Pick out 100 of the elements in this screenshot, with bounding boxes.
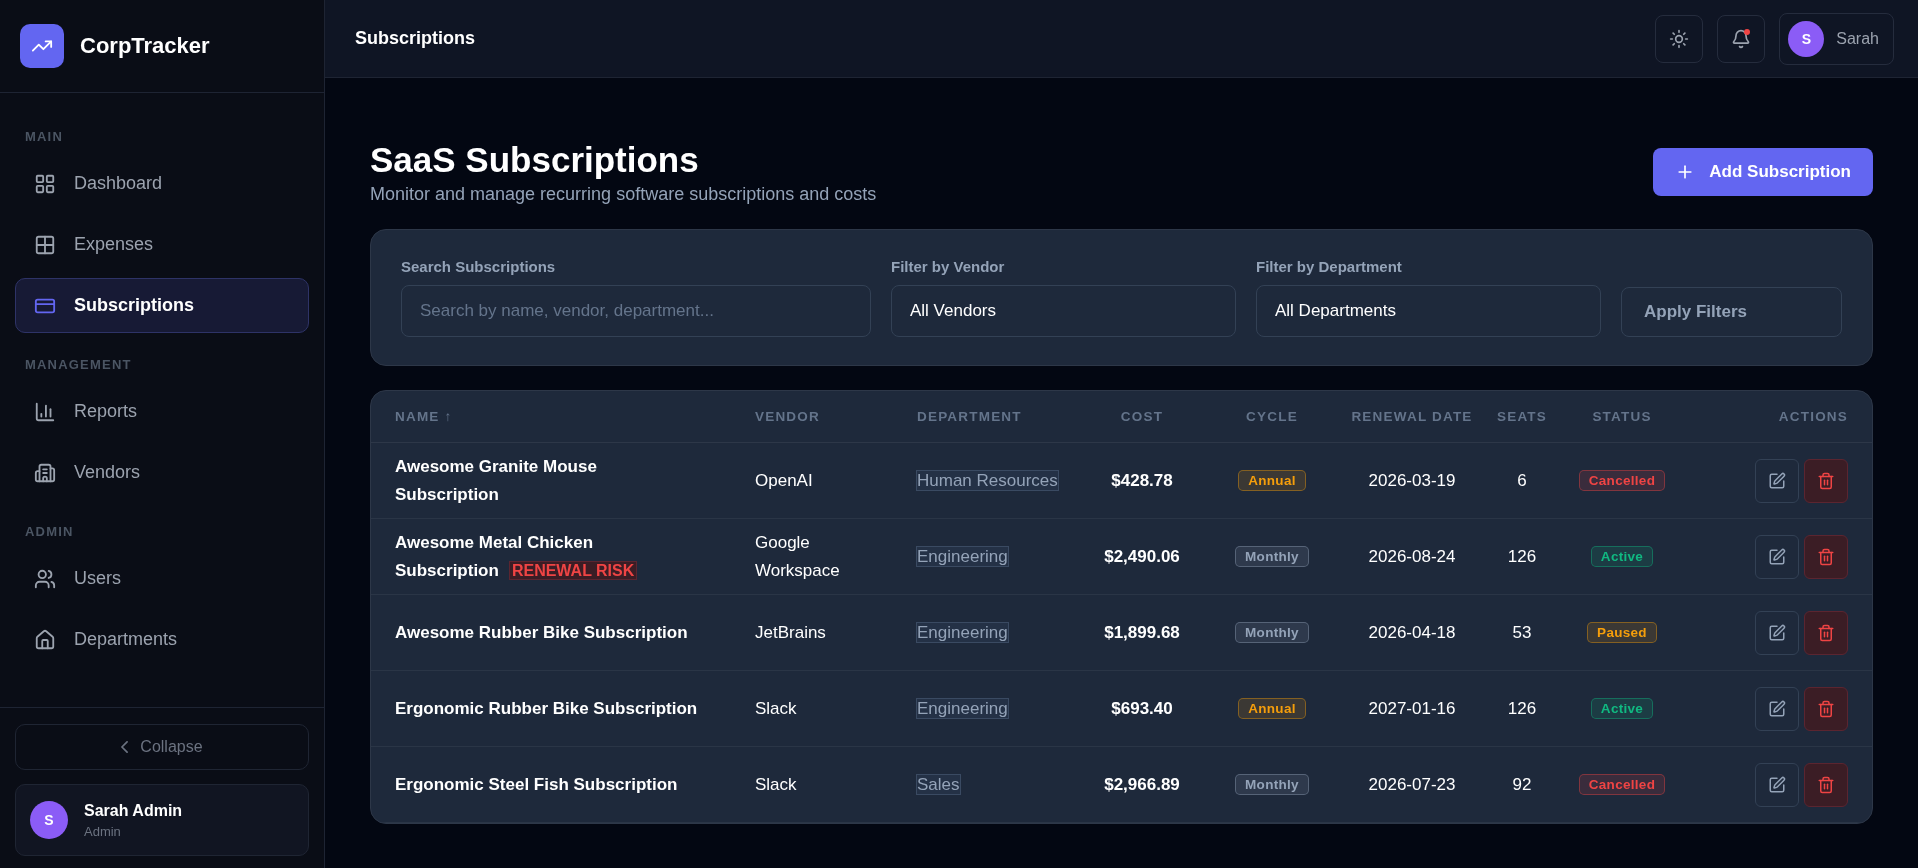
column-header: COST xyxy=(1119,409,1165,424)
column-header: RENEWAL DATE xyxy=(1350,409,1474,424)
column-header: CYCLE xyxy=(1245,409,1299,424)
edit-icon xyxy=(1768,547,1786,566)
section-title: MANAGEMENT xyxy=(24,356,133,374)
sun-icon xyxy=(1669,28,1690,49)
cost-cell-text: $1,899.68 xyxy=(1103,621,1181,644)
cost-cell-text: $2,966.89 xyxy=(1103,773,1181,796)
nav-item[interactable]: Expenses xyxy=(15,217,309,272)
nav-item[interactable]: Reports xyxy=(15,384,309,439)
delete-button[interactable] xyxy=(1804,534,1848,579)
trash-icon xyxy=(1817,699,1835,718)
nav-item[interactable]: Dashboard xyxy=(15,156,309,211)
chevron-left-icon xyxy=(121,741,129,753)
nav-item[interactable]: Subscriptions xyxy=(15,278,309,333)
seats-cell-text: 53 xyxy=(1511,621,1533,644)
department-select[interactable]: All Departments xyxy=(1256,285,1601,337)
subscription-name: Ergonomic Rubber Bike Subscription xyxy=(395,697,699,720)
field-label: Filter by Department xyxy=(1256,258,1403,275)
page-heading: Subscriptions xyxy=(355,28,476,49)
user-role: Admin xyxy=(84,823,122,839)
nav-item[interactable]: Users xyxy=(15,551,309,606)
column-header: ACTIONS xyxy=(1777,409,1848,424)
nav-item[interactable]: Vendors xyxy=(15,445,309,500)
department-tag: Engineering xyxy=(917,698,1008,718)
seats-cell-text: 126 xyxy=(1506,545,1538,568)
user-menu-button[interactable]: S Sarah xyxy=(1779,12,1894,65)
collapse-button[interactable]: Collapse xyxy=(15,724,309,770)
avatar: S xyxy=(1788,20,1825,57)
avatar: S xyxy=(30,801,68,839)
bell-icon xyxy=(1731,28,1752,49)
seats-cell-text: 6 xyxy=(1516,469,1528,492)
nav-item[interactable]: Departments xyxy=(15,612,309,667)
edit-button[interactable] xyxy=(1755,534,1799,579)
vendor-select[interactable]: All Vendors xyxy=(891,285,1236,337)
delete-button[interactable] xyxy=(1804,458,1848,503)
section-title: ADMIN xyxy=(24,523,75,541)
trash-icon xyxy=(1817,623,1835,642)
add-subscription-button[interactable]: Add Subscription xyxy=(1653,148,1873,196)
delete-button[interactable] xyxy=(1804,762,1848,807)
edit-button[interactable] xyxy=(1755,610,1799,655)
vendor-cell-text: Slack xyxy=(755,773,798,796)
brand-name: CorpTracker xyxy=(80,33,210,59)
cycle-badge: Annual xyxy=(1238,698,1306,719)
edit-button[interactable] xyxy=(1755,762,1799,807)
cycle-badge: Monthly xyxy=(1235,546,1309,567)
trash-icon xyxy=(1817,775,1835,794)
vendor-cell-text: Google Workspace xyxy=(755,532,841,582)
column-header: DEPARTMENT xyxy=(917,409,1023,424)
notifications-button[interactable] xyxy=(1717,14,1766,63)
subscription-name: Ergonomic Steel Fish Subscription xyxy=(395,773,679,796)
cycle-badge: Monthly xyxy=(1235,622,1309,643)
page-subtitle: Monitor and manage recurring software subscriptions and costs xyxy=(370,184,877,205)
cost-cell-text: $428.78 xyxy=(1110,469,1174,492)
edit-icon xyxy=(1768,699,1786,718)
cost-cell-text: $693.40 xyxy=(1110,697,1174,720)
column-header: VENDOR xyxy=(755,409,821,424)
status-badge: Cancelled xyxy=(1578,470,1666,491)
vendor-cell-text: Slack xyxy=(755,697,798,720)
renewal-date-cell-text: 2027-01-16 xyxy=(1367,697,1457,720)
seats-cell-text: 92 xyxy=(1511,773,1533,796)
vendor-cell-text: JetBrains xyxy=(755,621,827,644)
theme-button[interactable] xyxy=(1655,14,1704,63)
edit-icon xyxy=(1768,775,1786,794)
vendor-cell-text: OpenAI xyxy=(755,469,814,492)
apply-filters-button[interactable]: Apply Filters xyxy=(1621,287,1842,337)
status-badge: Paused xyxy=(1587,622,1657,643)
column-header: SEATS xyxy=(1496,409,1548,424)
grid-icon xyxy=(34,172,56,195)
section-title: MAIN xyxy=(24,128,65,146)
building-icon xyxy=(34,461,56,484)
bar-chart-icon xyxy=(34,400,56,423)
subscription-name: Awesome Metal Chicken Subscription RENEWAL RISK xyxy=(395,529,755,584)
department-tag: Engineering xyxy=(917,546,1008,566)
department-tag: Human Resources xyxy=(917,470,1058,490)
status-badge: Active xyxy=(1590,698,1654,719)
search-field[interactable]: Search by name, vendor, department... xyxy=(401,285,871,337)
subscription-name: Awesome Rubber Bike Subscription xyxy=(395,621,689,644)
department-tag: Sales xyxy=(917,774,960,794)
edit-button[interactable] xyxy=(1755,458,1799,503)
status-badge: Cancelled xyxy=(1578,774,1666,795)
delete-button[interactable] xyxy=(1804,686,1848,731)
page-title: SaaS Subscriptions xyxy=(370,140,700,180)
field-label: Filter by Vendor xyxy=(891,258,1006,275)
department-tag: Engineering xyxy=(917,622,1008,642)
renewal-date-cell-text: 2026-03-19 xyxy=(1367,469,1457,492)
renewal-date-cell-text: 2026-08-24 xyxy=(1367,545,1457,568)
user-name: Sarah Admin xyxy=(84,801,183,820)
trash-icon xyxy=(1817,547,1835,566)
seats-cell-text: 126 xyxy=(1506,697,1538,720)
column-header: STATUS xyxy=(1591,409,1653,424)
delete-button[interactable] xyxy=(1804,610,1848,655)
subscription-name: Awesome Granite Mouse Subscription xyxy=(395,456,598,506)
field-label: Search Subscriptions xyxy=(401,258,557,275)
house-icon xyxy=(34,628,56,651)
renewal-date-cell-text: 2026-07-23 xyxy=(1367,773,1457,796)
renewal-date-cell-text: 2026-04-18 xyxy=(1367,621,1457,644)
status-badge: Active xyxy=(1590,546,1654,567)
notification-dot xyxy=(1744,28,1751,35)
edit-button[interactable] xyxy=(1755,686,1799,731)
